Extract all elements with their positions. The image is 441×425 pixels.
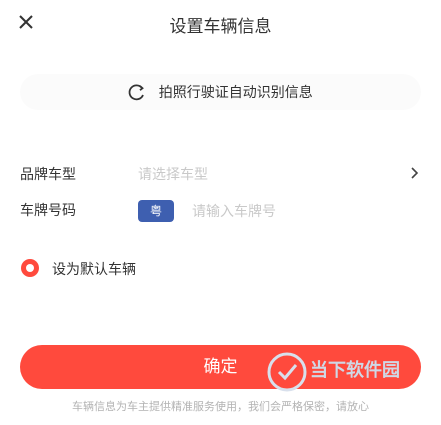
default-car-checkbox[interactable]: 设为默认车辆 xyxy=(20,258,421,280)
plate-number-input[interactable] xyxy=(190,200,414,224)
privacy-note: 车辆信息为车主提供精准服务使用，我们会严格保密，请放心 xyxy=(72,400,369,413)
plate-province-button[interactable]: 粤 xyxy=(138,200,174,222)
car-type-row[interactable]: 品牌车型 请选择车型 xyxy=(20,164,421,188)
header: 设置车辆信息 xyxy=(0,0,441,44)
car-type-placeholder: 请选择车型 xyxy=(138,167,208,183)
scan-label: 拍照行驶证自动识别信息 xyxy=(158,85,313,101)
scan-license-button[interactable]: 拍照行驶证自动识别信息 xyxy=(20,74,421,110)
car-type-label: 品牌车型 xyxy=(20,167,76,183)
confirm-button[interactable]: 确定 xyxy=(20,345,421,389)
chevron-right-icon xyxy=(411,167,419,179)
plate-row: 车牌号码 粤 xyxy=(20,200,421,226)
default-car-label: 设为默认车辆 xyxy=(52,262,136,278)
scan-icon xyxy=(128,84,145,101)
check-circle-icon xyxy=(21,259,39,277)
plate-label: 车牌号码 xyxy=(20,203,76,219)
page-title: 设置车辆信息 xyxy=(169,17,272,37)
